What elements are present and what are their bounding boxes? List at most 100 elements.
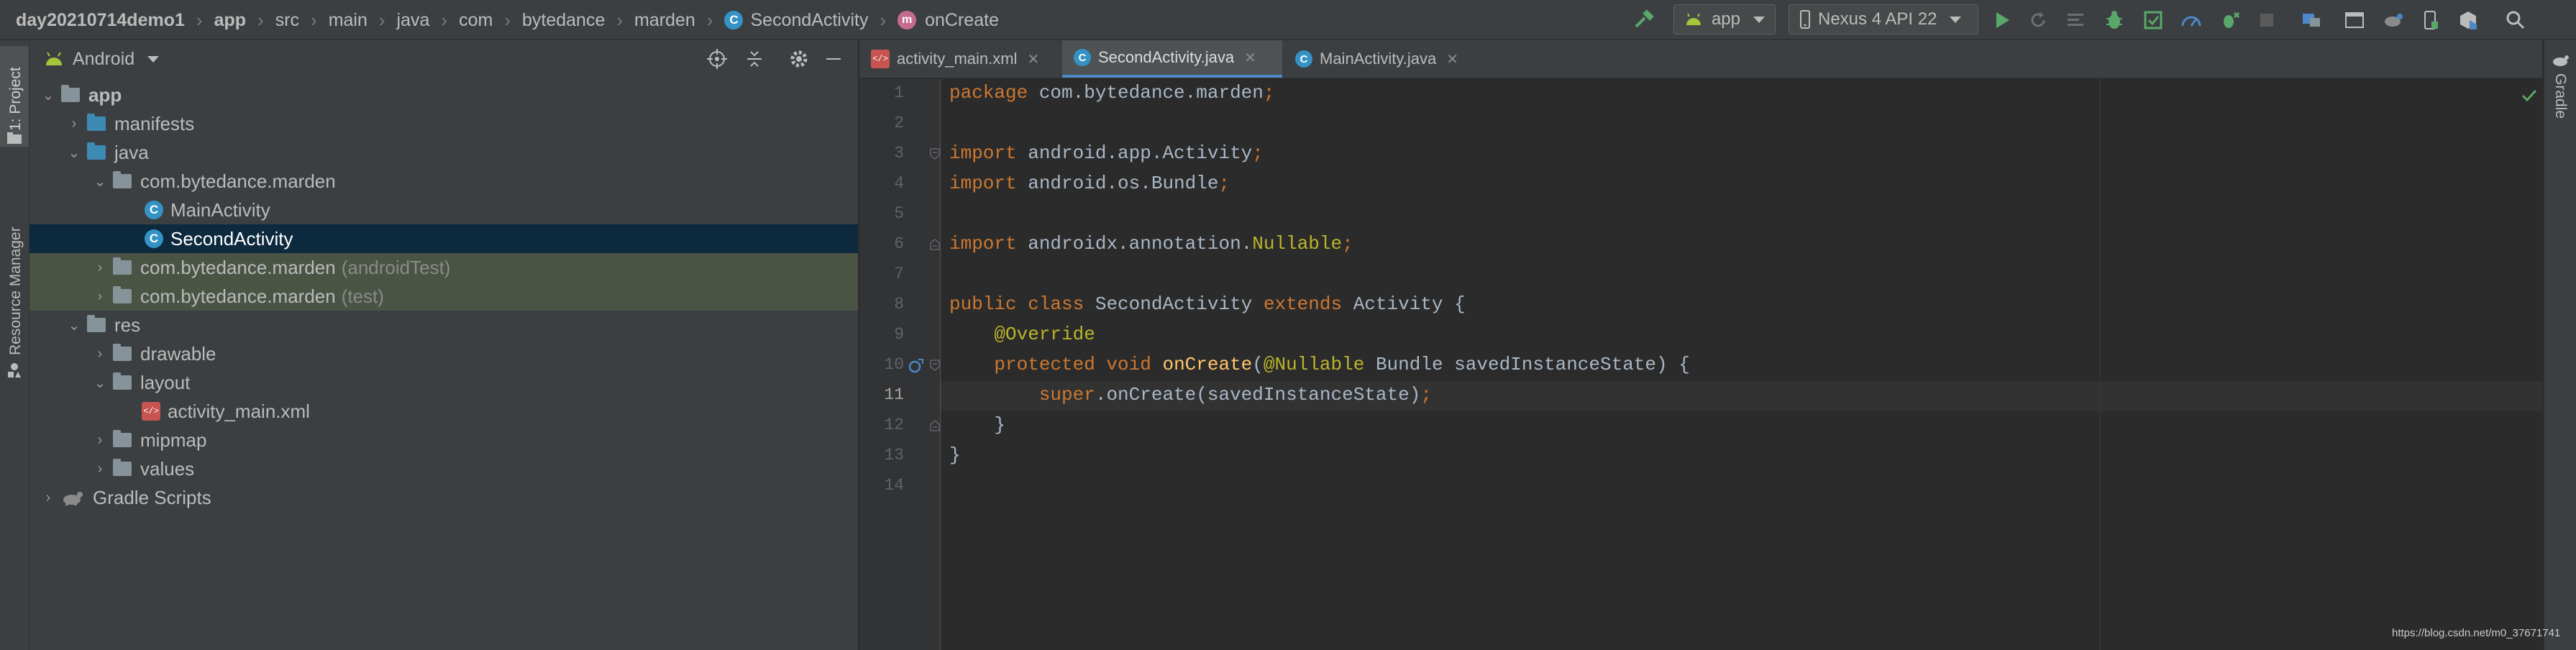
folder-icon <box>87 114 106 131</box>
tree-item-drawable[interactable]: › drawable <box>29 339 858 368</box>
breadcrumb-method[interactable]: m onCreate <box>898 10 999 31</box>
code-editor[interactable]: package com.bytedance.marden; import and… <box>941 79 2542 650</box>
collapse-all-icon[interactable] <box>744 49 764 69</box>
line-number: 7 <box>894 265 904 283</box>
android-icon <box>46 52 62 65</box>
breadcrumb-project[interactable]: day20210714demo1 <box>16 10 185 31</box>
device-select[interactable]: Nexus 4 API 22 <box>1789 4 1978 35</box>
tab-mainactivity-java[interactable]: C MainActivity.java ✕ <box>1284 40 1482 78</box>
package-icon <box>113 286 132 303</box>
fold-icon[interactable] <box>930 420 940 431</box>
line-number: 3 <box>894 144 904 162</box>
chevron-right-icon: › <box>97 460 103 477</box>
debug-icon[interactable] <box>2101 7 2127 33</box>
checkmark-icon[interactable] <box>2521 89 2537 102</box>
chevron-right-icon: › <box>706 9 713 31</box>
close-icon[interactable]: ✕ <box>1244 49 1256 67</box>
line-number: 9 <box>894 325 904 344</box>
code-line-3: import android.app.Activity; <box>949 142 1264 164</box>
breadcrumb-java[interactable]: java <box>397 10 430 31</box>
class-icon: C <box>145 229 163 248</box>
chevron-down-icon: ⌄ <box>42 87 55 104</box>
method-icon: m <box>898 11 917 29</box>
tree-item-suffix: (test) <box>341 285 384 307</box>
tree-item-package-androidtest[interactable]: › com.bytedance.marden (androidTest) <box>29 253 858 282</box>
attach-debugger-icon[interactable] <box>2217 7 2243 33</box>
fold-icon[interactable] <box>930 239 940 250</box>
project-structure-icon[interactable] <box>2298 7 2324 33</box>
resource-manager-tab[interactable]: Resource Manager <box>0 177 29 385</box>
code-line-4: import android.os.Bundle; <box>949 173 1230 194</box>
tree-item-label: drawable <box>140 342 216 365</box>
folder-icon <box>87 142 106 160</box>
tree-item-manifests[interactable]: › manifests <box>29 109 858 138</box>
tab-secondactivity-java[interactable]: C SecondActivity.java ✕ <box>1062 40 1282 78</box>
close-icon[interactable]: ✕ <box>1027 50 1039 68</box>
search-icon[interactable] <box>2503 7 2529 33</box>
xml-file-icon: </> <box>871 50 890 68</box>
chevron-right-icon: › <box>880 9 887 31</box>
tree-item-suffix: (androidTest) <box>341 256 451 278</box>
tree-item-gradle-scripts[interactable]: › Gradle Scripts <box>29 483 858 512</box>
locate-icon[interactable] <box>707 49 727 69</box>
project-tool-tab[interactable]: 1: Project <box>0 46 29 147</box>
tab-label: SecondActivity.java <box>1098 48 1235 66</box>
tree-item-values[interactable]: › values <box>29 454 858 483</box>
gradle-tab-label: Gradle <box>2552 73 2569 119</box>
breadcrumb-src[interactable]: src <box>275 10 299 31</box>
gradle-icon <box>63 492 83 505</box>
chevron-down-icon[interactable] <box>147 55 160 63</box>
chevron-down-icon <box>1753 16 1765 23</box>
run-config-select[interactable]: app <box>1673 4 1776 35</box>
breadcrumb-class[interactable]: C SecondActivity <box>724 10 868 31</box>
gradle-tool-tab[interactable]: Gradle <box>2544 47 2576 134</box>
apply-changes-icon[interactable] <box>2063 7 2088 33</box>
close-icon[interactable]: ✕ <box>1446 50 1458 68</box>
override-marker-icon[interactable] <box>908 358 924 374</box>
breadcrumb-bytedance[interactable]: bytedance <box>522 10 605 31</box>
stop-icon[interactable] <box>2254 7 2280 33</box>
fold-icon[interactable] <box>930 360 940 371</box>
gear-icon[interactable] <box>789 49 809 69</box>
folder-icon <box>113 372 132 390</box>
tree-item-secondactivity[interactable]: C SecondActivity <box>29 224 858 253</box>
coverage-icon[interactable] <box>2140 7 2166 33</box>
fold-icon[interactable] <box>930 148 940 160</box>
tab-activity-main-xml[interactable]: </> activity_main.xml ✕ <box>859 40 1061 78</box>
sdk-manager-icon[interactable] <box>2455 7 2481 33</box>
avd-manager-icon[interactable] <box>2418 7 2444 33</box>
run-icon[interactable] <box>1989 7 2015 33</box>
module-folder-icon <box>61 85 80 102</box>
build-hammer-icon[interactable] <box>1631 7 1657 33</box>
layout-inspector-icon[interactable] <box>2342 7 2367 33</box>
breadcrumb-main[interactable]: main <box>329 10 367 31</box>
tab-label: MainActivity.java <box>1320 50 1437 68</box>
rerun-icon[interactable] <box>2025 7 2051 33</box>
line-number: 4 <box>894 174 904 193</box>
tree-item-package-test[interactable]: › com.bytedance.marden (test) <box>29 282 858 311</box>
tree-item-res[interactable]: ⌄ res <box>29 311 858 339</box>
phone-icon <box>1800 10 1810 29</box>
tree-item-label: SecondActivity <box>170 227 293 250</box>
tree-item-mainactivity[interactable]: C MainActivity <box>29 196 858 224</box>
view-mode-label[interactable]: Android <box>73 49 134 70</box>
right-margin-guide <box>2100 79 2101 650</box>
tree-item-java[interactable]: ⌄ java <box>29 138 858 167</box>
project-tool-tab-label: 1: Project <box>7 67 24 131</box>
breadcrumb-marden[interactable]: marden <box>634 10 695 31</box>
watermark: https://blog.csdn.net/m0_37671741 <box>2392 627 2561 639</box>
minimize-icon[interactable] <box>823 49 844 69</box>
folder-icon <box>113 344 132 361</box>
profiler-icon[interactable] <box>2178 7 2204 33</box>
breadcrumb-com[interactable]: com <box>459 10 493 31</box>
folder-icon <box>113 430 132 447</box>
tree-item-app[interactable]: ⌄ app <box>29 81 858 109</box>
tree-item-layout[interactable]: ⌄ layout <box>29 368 858 397</box>
tree-item-label: com.bytedance.marden <box>140 256 336 278</box>
sync-gradle-icon[interactable] <box>2380 7 2406 33</box>
tree-item-activity-main-xml[interactable]: </> activity_main.xml <box>29 397 858 426</box>
breadcrumb-module[interactable]: app <box>214 10 246 31</box>
tree-item-package[interactable]: ⌄ com.bytedance.marden <box>29 167 858 196</box>
tree-item-mipmap[interactable]: › mipmap <box>29 426 858 454</box>
line-number: 14 <box>884 476 904 495</box>
